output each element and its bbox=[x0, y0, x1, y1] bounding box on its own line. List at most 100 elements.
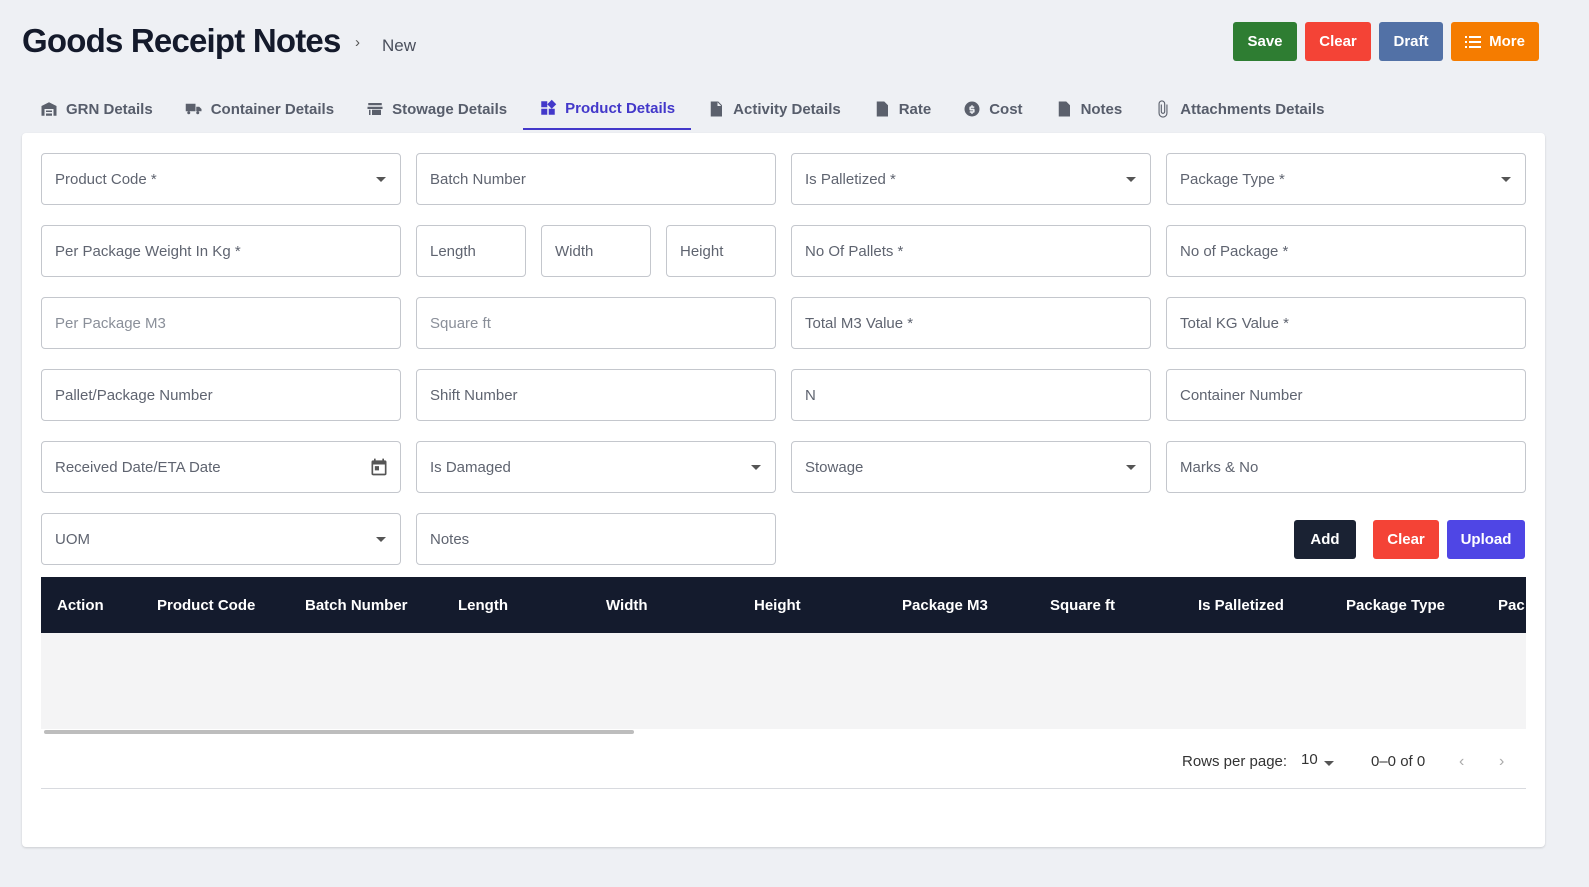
shift-number-input[interactable]: Shift Number bbox=[416, 369, 776, 421]
previous-page-icon[interactable]: ‹ bbox=[1459, 753, 1464, 771]
field-label: Notes bbox=[430, 530, 470, 548]
grid-header: Action Product Code Batch Number Length … bbox=[41, 577, 1526, 633]
per-package-weight-input[interactable]: Per Package Weight In Kg * bbox=[41, 225, 401, 277]
field-label: Shift Number bbox=[430, 386, 518, 404]
header-actions: Save Clear Draft More bbox=[1233, 22, 1539, 61]
product-code-select[interactable]: Product Code * bbox=[41, 153, 401, 205]
upload-button[interactable]: Upload bbox=[1447, 520, 1525, 559]
stowage-select[interactable]: Stowage bbox=[791, 441, 1151, 493]
column-header-is-palletized[interactable]: Is Palletized bbox=[1198, 597, 1284, 614]
field-label: Is Palletized * bbox=[805, 170, 896, 188]
column-header-height[interactable]: Height bbox=[754, 597, 801, 614]
tab-label: Cost bbox=[989, 100, 1023, 118]
column-header-package-m3[interactable]: Package M3 bbox=[902, 597, 988, 614]
column-header-square-ft[interactable]: Square ft bbox=[1050, 597, 1115, 614]
rows-per-page-caret-icon bbox=[1324, 761, 1334, 766]
uom-select[interactable]: UOM bbox=[41, 513, 401, 565]
width-input[interactable]: Width bbox=[541, 225, 651, 277]
dropdown-arrow-icon bbox=[376, 537, 386, 542]
field-label: Batch Number bbox=[430, 170, 526, 188]
marks-no-input[interactable]: Marks & No bbox=[1166, 441, 1526, 493]
tab-activity-details[interactable]: Activity Details bbox=[691, 88, 857, 130]
notes-input[interactable]: Notes bbox=[416, 513, 776, 565]
column-header-batch-number[interactable]: Batch Number bbox=[305, 597, 408, 614]
save-button[interactable]: Save bbox=[1233, 22, 1297, 61]
field-label: Package Type * bbox=[1180, 170, 1285, 188]
field-label: Marks & No bbox=[1180, 458, 1259, 476]
tab-product-details[interactable]: Product Details bbox=[523, 88, 692, 130]
page-header: Goods Receipt Notes › New Save Clear Dra… bbox=[22, 20, 1539, 64]
field-label: Width bbox=[555, 242, 594, 260]
length-input[interactable]: Length bbox=[416, 225, 526, 277]
clear-form-button[interactable]: Clear bbox=[1373, 520, 1439, 559]
dropdown-arrow-icon bbox=[1126, 177, 1136, 182]
truck-icon bbox=[185, 103, 202, 115]
field-label: Total M3 Value * bbox=[805, 314, 914, 332]
pallet-package-number-input[interactable]: Pallet/Package Number bbox=[41, 369, 401, 421]
column-header-width[interactable]: Width bbox=[606, 597, 648, 614]
package-type-select[interactable]: Package Type * bbox=[1166, 153, 1526, 205]
product-details-card: Product Code * Batch Number Is Palletize… bbox=[22, 133, 1545, 847]
tab-rate[interactable]: Rate bbox=[857, 88, 948, 130]
horizontal-scrollbar[interactable] bbox=[44, 730, 634, 734]
total-m3-input[interactable]: Total M3 Value * bbox=[791, 297, 1151, 349]
batch-number-input[interactable]: Batch Number bbox=[416, 153, 776, 205]
square-ft-input[interactable]: Square ft bbox=[416, 297, 776, 349]
next-page-icon[interactable]: › bbox=[1499, 753, 1504, 771]
dropdown-arrow-icon bbox=[376, 177, 386, 182]
tab-attachments-details[interactable]: Attachments Details bbox=[1138, 88, 1340, 130]
tab-container-details[interactable]: Container Details bbox=[169, 88, 350, 130]
tab-grn-details[interactable]: GRN Details bbox=[24, 88, 169, 130]
draft-button[interactable]: Draft bbox=[1379, 22, 1443, 61]
tab-label: Activity Details bbox=[733, 100, 841, 118]
no-of-pallets-input[interactable]: No Of Pallets * bbox=[791, 225, 1151, 277]
breadcrumb-separator: › bbox=[355, 34, 360, 51]
per-package-m3-input[interactable]: Per Package M3 bbox=[41, 297, 401, 349]
field-label: Is Damaged bbox=[430, 458, 511, 476]
no-of-package-input[interactable]: No of Package * bbox=[1166, 225, 1526, 277]
grid-body-empty bbox=[41, 633, 1526, 729]
field-label: Container Number bbox=[1180, 386, 1303, 404]
tab-notes[interactable]: Notes bbox=[1039, 88, 1139, 130]
field-label: Height bbox=[680, 242, 724, 260]
column-header-length[interactable]: Length bbox=[458, 597, 508, 614]
clear-button[interactable]: Clear bbox=[1305, 22, 1371, 61]
field-label: Square ft bbox=[430, 314, 491, 332]
tab-cost[interactable]: Cost bbox=[947, 88, 1038, 130]
dropdown-arrow-icon bbox=[1501, 177, 1511, 182]
tab-stowage-details[interactable]: Stowage Details bbox=[350, 88, 523, 130]
height-input[interactable]: Height bbox=[666, 225, 776, 277]
field-label: Length bbox=[430, 242, 476, 260]
dollar-circle-icon bbox=[964, 101, 980, 117]
field-label: Per Package Weight In Kg * bbox=[55, 242, 241, 260]
is-palletized-select[interactable]: Is Palletized * bbox=[791, 153, 1151, 205]
tab-label: GRN Details bbox=[66, 100, 153, 118]
column-header-partial[interactable]: Pac bbox=[1498, 597, 1525, 614]
rows-per-page-label: Rows per page: bbox=[1182, 753, 1288, 770]
field-label: Total KG Value * bbox=[1180, 314, 1289, 332]
calendar-icon[interactable] bbox=[369, 457, 389, 477]
breadcrumb-current: New bbox=[382, 36, 417, 55]
column-header-product-code[interactable]: Product Code bbox=[157, 597, 255, 614]
more-button-label: More bbox=[1489, 33, 1525, 50]
add-button[interactable]: Add bbox=[1294, 520, 1356, 559]
tab-label: Stowage Details bbox=[392, 100, 508, 118]
widgets-icon bbox=[541, 99, 557, 115]
dropdown-arrow-icon bbox=[1126, 465, 1136, 470]
field-label: Stowage bbox=[805, 458, 864, 476]
container-number-input[interactable]: Container Number bbox=[1166, 369, 1526, 421]
store-icon bbox=[367, 103, 383, 115]
warehouse-icon bbox=[41, 102, 57, 116]
column-header-action[interactable]: Action bbox=[57, 597, 104, 614]
is-damaged-select[interactable]: Is Damaged bbox=[416, 441, 776, 493]
field-label: No Of Pallets * bbox=[805, 242, 904, 260]
rows-per-page-select[interactable]: 10 bbox=[1301, 751, 1318, 768]
total-kg-input[interactable]: Total KG Value * bbox=[1166, 297, 1526, 349]
n-input[interactable]: N bbox=[791, 369, 1151, 421]
dollar-file-icon bbox=[876, 101, 888, 117]
tab-bar: GRN Details Container Details Stowage De… bbox=[24, 88, 1340, 132]
pagination-range: 0–0 of 0 bbox=[1371, 753, 1426, 770]
column-header-package-type[interactable]: Package Type bbox=[1346, 597, 1445, 614]
received-date-input[interactable]: Received Date/ETA Date bbox=[41, 441, 401, 493]
more-button[interactable]: More bbox=[1451, 22, 1539, 61]
